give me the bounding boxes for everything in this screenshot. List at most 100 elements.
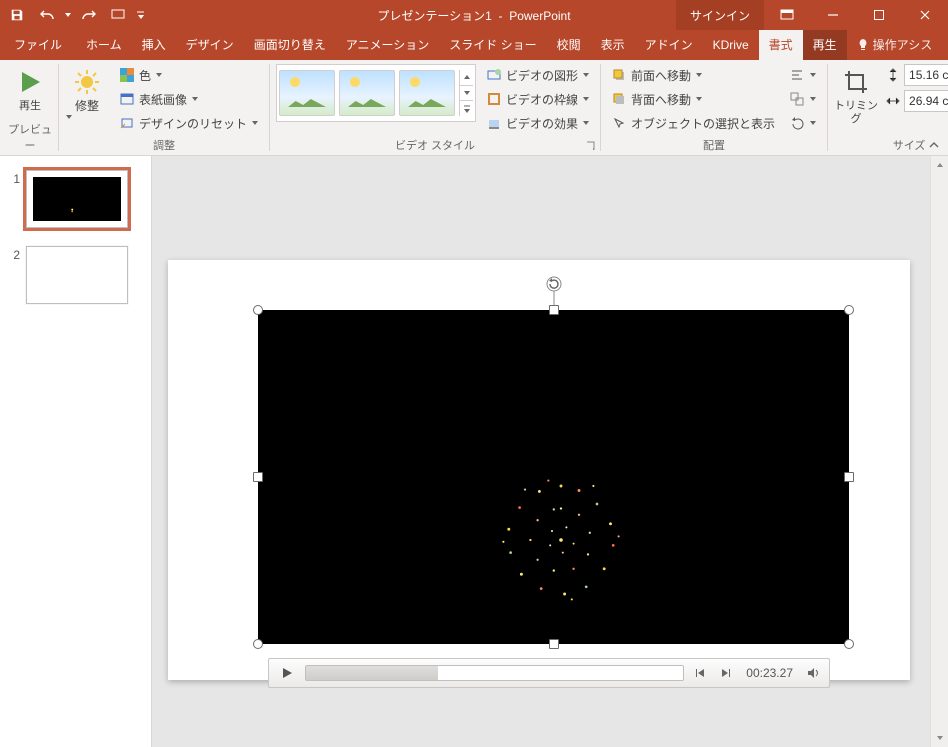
crop-button[interactable]: トリミング (834, 64, 878, 126)
corrections-button[interactable]: 修整 (65, 64, 109, 120)
tab-insert[interactable]: 挿入 (132, 30, 176, 60)
editor-vertical-scrollbar[interactable] (930, 156, 948, 747)
resize-handle-se[interactable] (844, 639, 854, 649)
group-adjust: 修整 色 表紙画像 デザインのリセット (59, 60, 269, 155)
video-styles-launcher-icon[interactable] (585, 140, 597, 152)
width-icon (885, 93, 901, 109)
gallery-scroll-up[interactable] (460, 70, 473, 85)
resize-handle-sw[interactable] (253, 639, 263, 649)
poster-frame-icon (120, 92, 134, 106)
undo-dropdown[interactable] (64, 11, 72, 19)
ribbon-display-options-button[interactable] (764, 0, 810, 30)
align-button[interactable] (785, 64, 821, 86)
slide-canvas[interactable]: 00:23.27 (168, 260, 910, 680)
tab-slideshow[interactable]: スライド ショー (439, 30, 546, 60)
minimize-button[interactable] (810, 0, 856, 30)
group-objects-button[interactable] (785, 88, 821, 110)
bring-forward-button[interactable]: 前面へ移動 (607, 64, 779, 86)
tab-addin[interactable]: アドイン (635, 30, 703, 60)
style-preset-2[interactable] (339, 70, 395, 116)
tab-kdrive[interactable]: KDrive (703, 30, 759, 60)
tab-review[interactable]: 校閲 (547, 30, 591, 60)
close-icon (919, 9, 931, 21)
reset-design-button[interactable]: デザインのリセット (115, 112, 263, 134)
tab-design[interactable]: デザイン (176, 30, 244, 60)
video-play-button[interactable] (275, 662, 299, 684)
undo-button[interactable] (34, 2, 60, 28)
video-step-back-button[interactable] (690, 663, 710, 683)
title-right: サインイン (676, 0, 948, 30)
gallery-expand[interactable] (460, 101, 473, 116)
qat-customize-dropdown[interactable] (136, 11, 144, 19)
tab-animations[interactable]: アニメーション (336, 30, 440, 60)
close-button[interactable] (902, 0, 948, 30)
gallery-scroll (459, 70, 473, 116)
style-preset-3[interactable] (399, 70, 455, 116)
video-styles-gallery[interactable] (276, 64, 476, 122)
minimize-icon (827, 9, 839, 21)
height-input[interactable]: 15.16 cm (904, 64, 948, 86)
resize-handle-ne[interactable] (844, 305, 854, 315)
video-shape-button[interactable]: ビデオの図形 (482, 64, 594, 86)
present-start-icon (111, 8, 127, 22)
selection-pane-button[interactable]: オブジェクトの選択と表示 (607, 112, 779, 134)
save-button[interactable] (4, 2, 30, 28)
poster-frame-button[interactable]: 表紙画像 (115, 88, 263, 110)
group-arrange-label: 配置 (703, 135, 725, 153)
start-from-beginning-button[interactable] (106, 2, 132, 28)
color-button[interactable]: 色 (115, 64, 263, 86)
resize-handle-n[interactable] (549, 305, 559, 315)
poster-frame-label: 表紙画像 (139, 91, 187, 108)
video-object[interactable] (258, 310, 849, 644)
group-preview-label: プレビュー (8, 119, 52, 153)
rotate-handle-icon (544, 274, 564, 294)
resize-handle-nw[interactable] (253, 305, 263, 315)
send-backward-button[interactable]: 背面へ移動 (607, 88, 779, 110)
maximize-button[interactable] (856, 0, 902, 30)
resize-handle-e[interactable] (844, 472, 854, 482)
reset-icon (120, 116, 134, 130)
slide-thumbnail-2[interactable] (26, 246, 128, 304)
tell-me-button[interactable]: 操作アシス (847, 30, 943, 60)
video-control-bar: 00:23.27 (268, 658, 830, 688)
crop-icon (842, 68, 870, 96)
collapse-ribbon-button[interactable] (926, 137, 942, 153)
scroll-track[interactable] (931, 174, 948, 729)
thumbnail-row-1: 1 (8, 170, 143, 228)
tab-playback[interactable]: 再生 (803, 30, 847, 60)
quick-access-toolbar (0, 0, 148, 30)
gallery-scroll-down[interactable] (460, 85, 473, 102)
style-preset-1[interactable] (279, 70, 335, 116)
rotate-button[interactable] (785, 112, 821, 134)
height-icon (885, 67, 901, 83)
video-progress-bar[interactable] (305, 665, 684, 681)
tab-view[interactable]: 表示 (591, 30, 635, 60)
app-name: PowerPoint (509, 9, 570, 23)
video-effects-button[interactable]: ビデオの効果 (482, 112, 594, 134)
tab-format[interactable]: 書式 (759, 30, 803, 60)
lightbulb-icon (857, 38, 869, 52)
video-volume-button[interactable] (803, 663, 823, 683)
tab-home[interactable]: ホーム (76, 30, 132, 60)
workspace: 1 2 (0, 156, 948, 747)
resize-handle-w[interactable] (253, 472, 263, 482)
ribbon-tabs: ファイル ホーム 挿入 デザイン 画面切り替え アニメーション スライド ショー… (0, 30, 948, 60)
group-size-label: サイズ (893, 135, 926, 153)
video-border-button[interactable]: ビデオの枠線 (482, 88, 594, 110)
tab-transitions[interactable]: 画面切り替え (244, 30, 336, 60)
slide-thumbnail-1[interactable] (26, 170, 128, 228)
video-step-forward-button[interactable] (716, 663, 736, 683)
maximize-icon (873, 9, 885, 21)
ribbon: 再生 プレビュー 修整 色 表紙画像 (0, 60, 948, 156)
group-video-styles: ビデオの図形 ビデオの枠線 ビデオの効果 ビデオ スタイル (270, 60, 600, 155)
play-preview-button[interactable]: 再生 (8, 64, 52, 113)
redo-button[interactable] (76, 2, 102, 28)
width-input[interactable]: 26.94 cm (904, 90, 948, 112)
rotate-handle[interactable] (544, 274, 564, 294)
tab-file[interactable]: ファイル (0, 30, 76, 60)
scroll-up-button[interactable] (931, 156, 948, 174)
resize-handle-s[interactable] (549, 639, 559, 649)
scroll-down-button[interactable] (931, 729, 948, 747)
corrections-label: 修整 (75, 99, 99, 113)
sign-in-button[interactable]: サインイン (676, 0, 764, 30)
